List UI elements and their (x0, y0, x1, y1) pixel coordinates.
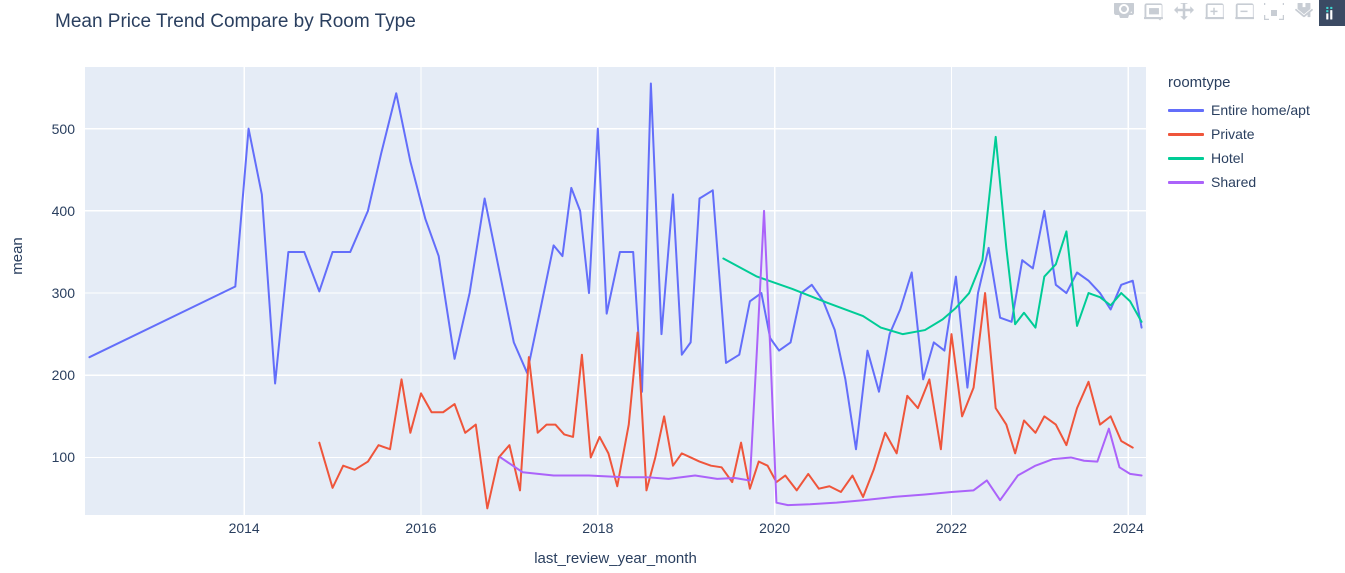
x-tick-label: 2014 (228, 520, 260, 536)
legend-label: Hotel (1211, 150, 1244, 166)
y-tick-label: 300 (51, 285, 75, 302)
x-tick-label: 2020 (759, 520, 791, 536)
legend-label: Private (1211, 126, 1255, 142)
legend-item-hotel[interactable]: Hotel (1168, 146, 1310, 170)
trace-entire-home-apt (88, 82, 1143, 451)
legend-label: Shared (1211, 174, 1257, 190)
pan-icon[interactable] (1169, 0, 1199, 26)
y-tick-label: 100 (51, 449, 75, 466)
x-tick-label: 2024 (1112, 520, 1144, 536)
legend-label: Entire home/apt (1211, 102, 1310, 118)
chart-title: Mean Price Trend Compare by Room Type (55, 11, 416, 32)
y-axis-label: mean (9, 237, 26, 275)
legend[interactable]: roomtype Entire home/apt Private Hotel Shar… (1168, 74, 1310, 194)
legend-item-shared[interactable]: Shared (1168, 170, 1310, 194)
reset-axes-icon[interactable] (1289, 0, 1319, 26)
y-tick-label: 400 (51, 202, 75, 219)
zoom-in-icon[interactable] (1199, 0, 1229, 26)
x-tick-label: 2022 (935, 520, 968, 536)
legend-title: roomtype (1168, 74, 1231, 91)
x-tick-label: 2018 (582, 520, 614, 536)
zoom-out-icon[interactable] (1229, 0, 1259, 26)
trace-hotel (722, 135, 1143, 336)
legend-swatch (1168, 180, 1204, 184)
data-traces (88, 82, 1143, 510)
x-tick-label: 2016 (405, 520, 437, 536)
autoscale-icon[interactable] (1259, 0, 1289, 26)
legend-swatch (1168, 156, 1204, 160)
legend-item-private[interactable]: Private (1168, 122, 1310, 146)
legend-swatch (1168, 108, 1204, 112)
trace-private (318, 292, 1134, 510)
plot-canvas[interactable] (85, 67, 1146, 515)
x-axis-label: last_review_year_month (534, 550, 697, 567)
plotly-figure: Mean Price Trend Compare by Room Type me… (0, 0, 1345, 573)
plot-area[interactable] (85, 67, 1146, 515)
legend-item-entire-home-apt[interactable]: Entire home/apt (1168, 98, 1310, 122)
y-tick-label: 200 (51, 367, 75, 384)
zoom-icon[interactable] (1139, 0, 1169, 26)
legend-items[interactable]: Entire home/apt Private Hotel Shared (1168, 98, 1310, 194)
trace-shared (499, 209, 1143, 507)
legend-swatch (1168, 132, 1204, 136)
y-tick-label: 500 (51, 120, 75, 137)
download-plot-icon[interactable] (1109, 0, 1139, 26)
plotly-modebar[interactable] (1109, 0, 1345, 26)
plotly-logo-icon[interactable] (1319, 0, 1345, 26)
